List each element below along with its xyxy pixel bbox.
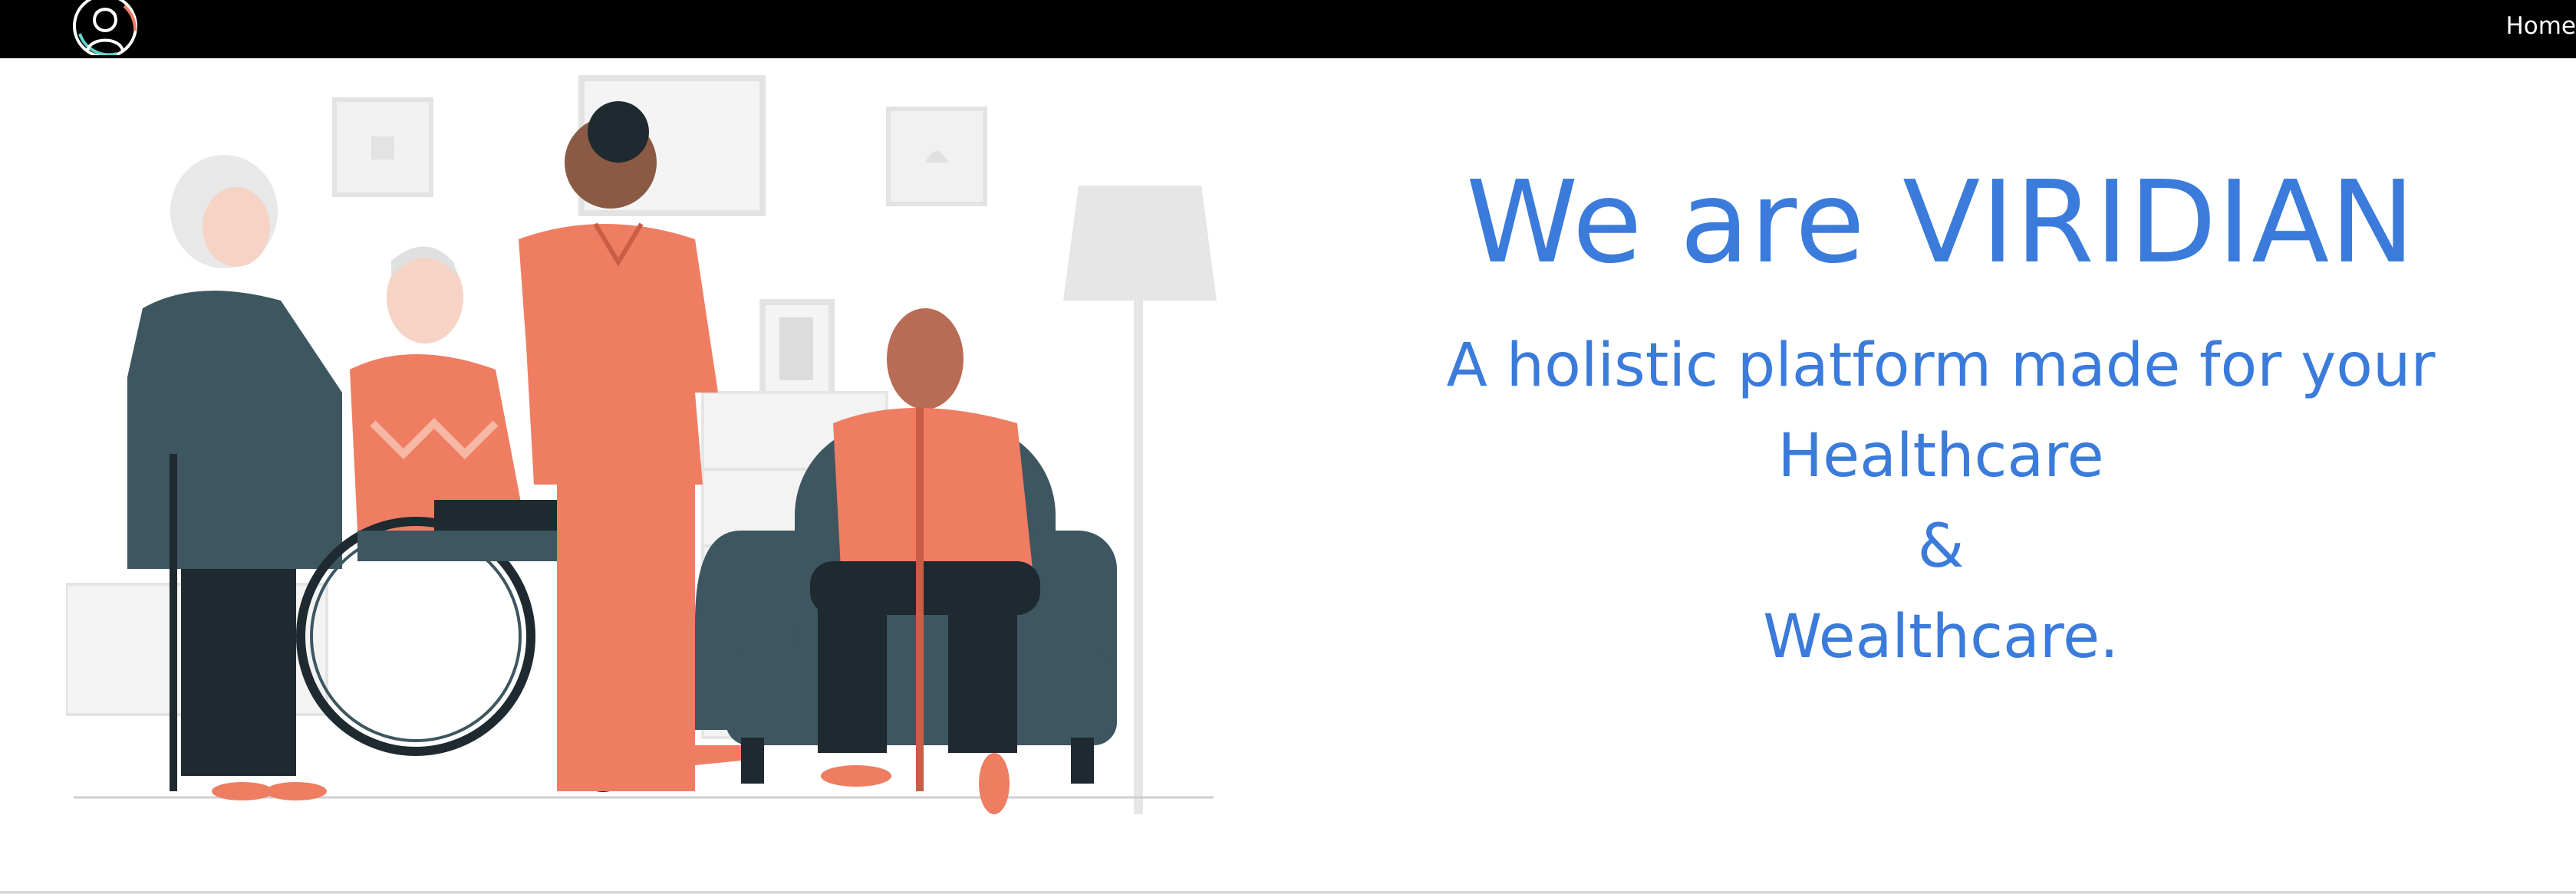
tagline-line-1: A holistic platform made for your (1446, 331, 2436, 400)
hero-tagline: A holistic platform made for your Health… (1396, 320, 2485, 682)
tagline-line-2: Healthcare (1777, 422, 2104, 491)
hero-headline: We are VIRIDIAN (1465, 156, 2416, 288)
hero-illustration (64, 71, 1217, 830)
tagline-line-3: & (1917, 512, 1965, 581)
tagline-line-4: Wealthcare. (1763, 603, 2119, 672)
top-navbar: Home (0, 0, 2576, 58)
hero-text-block: We are VIRIDIAN A holistic platform made… (1396, 153, 2485, 682)
page-bottom-divider (0, 891, 2576, 894)
nav-home-link[interactable]: Home (2505, 12, 2576, 40)
logo-icon[interactable] (71, 0, 140, 58)
